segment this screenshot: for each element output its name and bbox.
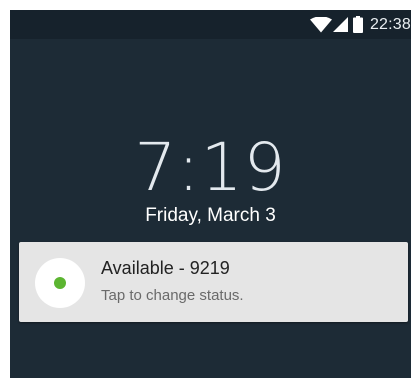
lock-screen: 22:38 7:19 Friday, March 3 Available - 9… <box>10 10 411 378</box>
status-notification[interactable]: Available - 9219 Tap to change status. <box>19 242 408 322</box>
status-bar: 22:38 <box>10 10 411 39</box>
cellular-signal-icon <box>332 17 348 32</box>
battery-icon <box>352 16 363 33</box>
notification-title: Available - 9219 <box>101 258 230 278</box>
lock-clock: 7:19 <box>134 129 287 206</box>
wifi-icon <box>309 16 332 33</box>
status-avatar <box>35 258 85 308</box>
status-dot-icon <box>54 277 66 289</box>
status-icons: 22:38 <box>309 10 411 39</box>
notification-subtitle: Tap to change status. <box>101 287 244 304</box>
status-clock: 22:38 <box>369 15 411 33</box>
lock-date: Friday, March 3 <box>145 205 276 226</box>
